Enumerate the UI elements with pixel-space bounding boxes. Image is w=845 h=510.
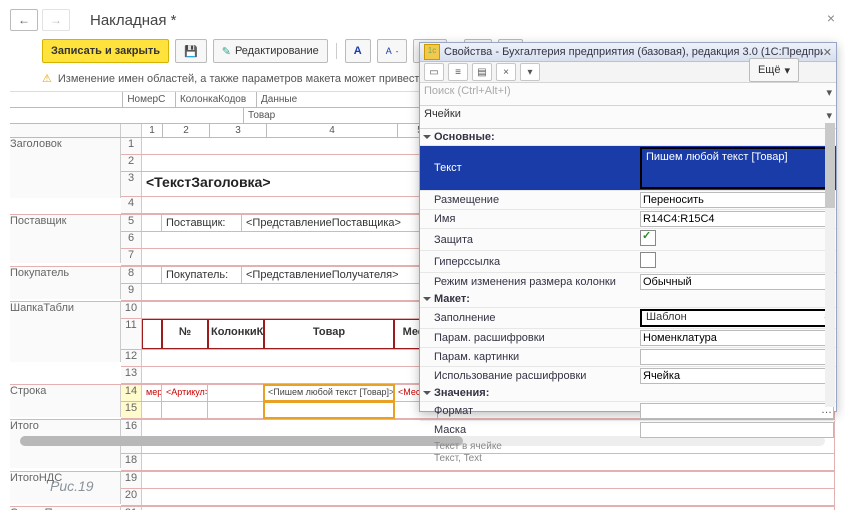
toolbar-separator bbox=[336, 43, 337, 59]
checkbox-unchecked[interactable] bbox=[640, 252, 656, 268]
prop-input[interactable] bbox=[640, 192, 834, 208]
font-smaller-button[interactable]: A- bbox=[377, 39, 408, 63]
region-name[interactable]: ШапкаТабли bbox=[10, 302, 121, 362]
section-main[interactable]: Основные: bbox=[420, 129, 836, 145]
prop-input[interactable] bbox=[640, 349, 834, 365]
table-header: Товар bbox=[264, 319, 394, 349]
cell[interactable]: мерСтр bbox=[142, 385, 162, 401]
cell[interactable] bbox=[208, 385, 264, 401]
palette-close-icon[interactable]: ✕ bbox=[823, 46, 832, 59]
region-name[interactable]: Покупатель bbox=[10, 267, 121, 299]
palette-scrollbar[interactable] bbox=[825, 123, 835, 407]
prop-input[interactable] bbox=[640, 274, 834, 290]
close-icon[interactable]: × bbox=[827, 10, 835, 26]
palette-search[interactable]: Поиск (Ctrl+Alt+I) ▾ bbox=[420, 83, 836, 106]
prop-row[interactable]: Парам. картинки bbox=[420, 347, 836, 366]
palette-dropdown-icon[interactable]: ▾ bbox=[520, 63, 540, 81]
dropdown-icon[interactable]: ▾ bbox=[826, 86, 832, 99]
col-number[interactable]: 2 bbox=[163, 124, 210, 137]
checkbox-checked[interactable] bbox=[640, 230, 656, 246]
prop-row[interactable]: Размещение bbox=[420, 190, 836, 209]
pencil-icon: ✎ bbox=[222, 45, 231, 58]
properties-palette[interactable]: 1c Свойства - Бухгалтерия предприятия (б… bbox=[419, 42, 837, 412]
prop-input[interactable] bbox=[640, 403, 834, 419]
region-name[interactable]: Поставщик bbox=[10, 215, 121, 263]
section-layout[interactable]: Макет: bbox=[420, 291, 836, 307]
section-values[interactable]: Значения: bbox=[420, 385, 836, 401]
prop-input[interactable] bbox=[640, 330, 834, 346]
table-header: КолонкиКо bbox=[208, 319, 264, 349]
table-header: № bbox=[162, 319, 208, 349]
col-number[interactable]: 1 bbox=[142, 124, 163, 137]
prop-input[interactable] bbox=[640, 422, 834, 438]
save-button[interactable]: 💾 bbox=[175, 39, 207, 63]
prop-row-text[interactable]: Текст Пишем любой текст [Товар] bbox=[420, 145, 836, 190]
col-number[interactable]: 3 bbox=[210, 124, 267, 137]
cell[interactable]: <Артикул> bbox=[162, 385, 208, 401]
palette-clear-button[interactable]: × bbox=[496, 63, 516, 81]
region-name[interactable]: Заголовок bbox=[10, 138, 121, 198]
edit-mode-button[interactable]: ✎Редактирование bbox=[213, 39, 328, 63]
scrollbar-thumb[interactable] bbox=[825, 123, 835, 208]
dropdown-icon[interactable]: ▾ bbox=[826, 109, 832, 122]
palette-hint: Текст в ячейкеТекст, Text bbox=[420, 439, 836, 467]
figure-caption: Рис.19 bbox=[50, 478, 94, 494]
save-and-close-button[interactable]: Записать и закрыть bbox=[42, 39, 169, 63]
floppy-icon: 💾 bbox=[184, 45, 198, 58]
palette-title: Свойства - Бухгалтерия предприятия (базо… bbox=[444, 46, 823, 58]
text-value-box[interactable]: Пишем любой текст [Товар] bbox=[640, 147, 834, 189]
prop-row[interactable]: Режим изменения размера колонки bbox=[420, 272, 836, 291]
prop-row[interactable]: Парам. расшифровки bbox=[420, 328, 836, 347]
prop-row[interactable]: Имя bbox=[420, 209, 836, 228]
prop-row[interactable]: Формат … bbox=[420, 401, 836, 420]
scrollbar-thumb[interactable] bbox=[20, 436, 463, 446]
font-button[interactable]: A bbox=[345, 39, 371, 63]
palette-tool-button[interactable]: ≡ bbox=[448, 63, 468, 81]
col-number[interactable]: 4 bbox=[267, 124, 398, 137]
prop-input[interactable] bbox=[640, 368, 834, 384]
palette-tool-button[interactable]: ▭ bbox=[424, 63, 444, 81]
region-label: НомерС bbox=[123, 92, 176, 107]
chevron-down-icon: ▾ bbox=[784, 64, 790, 77]
region-name[interactable]: Строка bbox=[10, 385, 121, 417]
palette-filter[interactable]: Ячейки ▾ bbox=[420, 106, 836, 129]
prop-row-fill[interactable]: Заполнение Шаблон▾ bbox=[420, 307, 836, 328]
palette-tool-button[interactable]: ▤ bbox=[472, 63, 492, 81]
prop-row[interactable]: Маска bbox=[420, 420, 836, 439]
prop-row[interactable]: Защита bbox=[420, 228, 836, 250]
page-title: Накладная * bbox=[90, 12, 177, 29]
prop-row[interactable]: Использование расшифровки bbox=[420, 366, 836, 385]
more-button[interactable]: Ещё ▾ bbox=[749, 58, 799, 82]
prop-row[interactable]: Гиперссылка bbox=[420, 250, 836, 272]
fill-select[interactable]: Шаблон▾ bbox=[640, 309, 834, 327]
selected-cell[interactable]: <Пишем любой текст [Товар]> bbox=[264, 385, 394, 401]
prop-input[interactable] bbox=[640, 211, 834, 227]
region-label: КолонкаКодов bbox=[176, 92, 257, 107]
warning-icon: ⚠ bbox=[42, 72, 52, 85]
nav-forward-button[interactable]: → bbox=[42, 9, 70, 31]
nav-back-button[interactable]: ← bbox=[10, 9, 38, 31]
app-icon: 1c bbox=[424, 44, 440, 60]
